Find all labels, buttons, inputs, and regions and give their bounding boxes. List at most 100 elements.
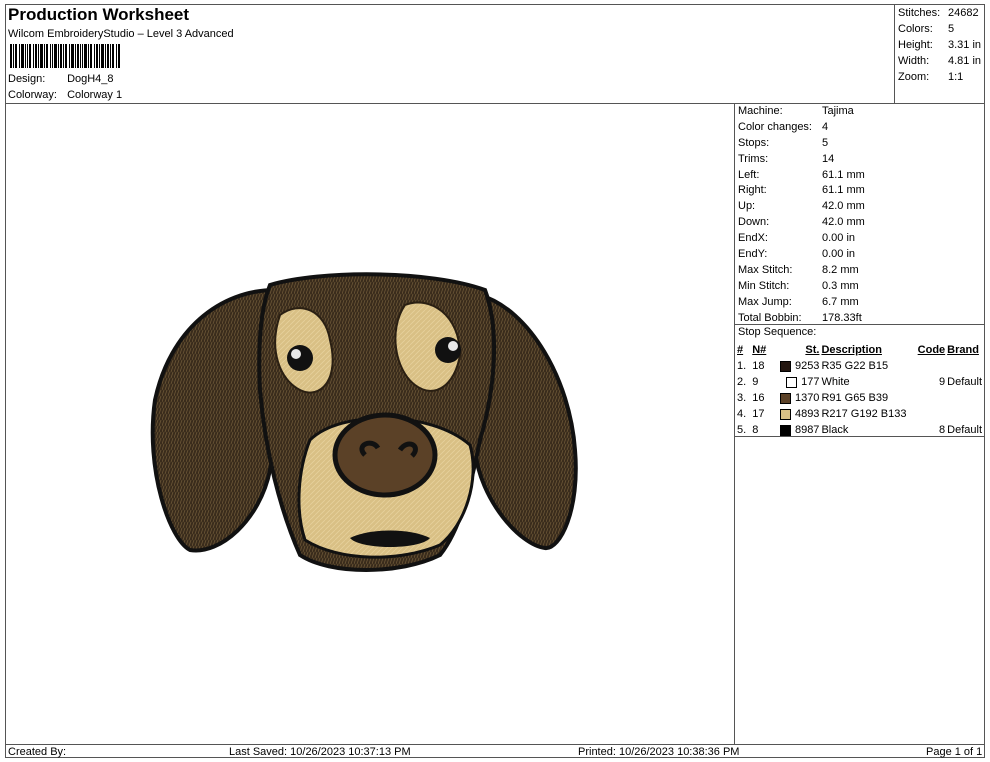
sidebar-divider — [734, 103, 735, 745]
stitch-count-value: 9253 — [794, 360, 820, 372]
spec-row: EndX: 0.00 in — [738, 231, 865, 247]
spec-row: EndY: 0.00 in — [738, 247, 865, 263]
stop-num: 1. — [737, 360, 747, 372]
stat-row: Zoom: 1:1 — [898, 69, 981, 85]
spec-value: Tajima — [822, 105, 854, 117]
col-header-needle: N# — [752, 344, 767, 356]
stitch-count: 9253 — [779, 358, 820, 374]
stat-value: 4.81 in — [948, 55, 982, 67]
spec-row: Trims: 14 — [738, 152, 865, 168]
thread-brand: Default — [947, 376, 983, 388]
spec-label: Machine: — [738, 105, 783, 117]
spec-label: Up: — [738, 200, 756, 213]
spec-row: Left: 61.1 mm — [738, 168, 865, 184]
thread-brand — [946, 358, 984, 374]
colorway-value: Colorway 1 — [67, 89, 123, 101]
stitch-count-value: 4893 — [794, 408, 820, 420]
spec-value: 42.0 mm — [822, 216, 865, 229]
spec-label: EndX: — [738, 232, 768, 245]
color-swatch — [779, 392, 791, 404]
footer-divider — [5, 744, 985, 745]
spec-row: Down: 42.0 mm — [738, 215, 865, 231]
col-header-code: Code — [917, 344, 946, 356]
nose — [332, 412, 438, 498]
embroidery-design-preview — [150, 272, 578, 572]
specs-panel: Machine: Tajima Color changes: 4 Stops: 5 T… — [738, 104, 865, 326]
printed-date: Printed: 10/26/2023 10:38:36 PM — [578, 746, 740, 758]
spec-value: 178.33ft — [822, 311, 862, 324]
right-eye — [435, 337, 461, 363]
table-header-row: # N# St. Description Code Brand — [736, 342, 984, 358]
spec-label: Max Stitch: — [738, 263, 793, 276]
spec-label: EndY: — [738, 248, 768, 261]
color-code: 9 — [939, 376, 946, 388]
stat-label: Height: — [898, 39, 933, 51]
spec-label: Min Stitch: — [738, 279, 790, 292]
stop-num: 5. — [737, 424, 747, 436]
created-by: Created By: — [8, 746, 67, 758]
spec-row: Min Stitch: 0.3 mm — [738, 279, 865, 295]
spec-label: Max Jump: — [738, 295, 792, 308]
color-swatch — [779, 424, 791, 436]
color-code: 8 — [939, 424, 946, 436]
spec-label: Right: — [738, 184, 767, 197]
stat-row: Colors: 5 — [898, 21, 981, 37]
spec-row: Right: 61.1 mm — [738, 183, 865, 199]
col-header-description: Description — [821, 344, 882, 356]
spec-label: Stops: — [738, 136, 770, 149]
stat-row: Height: 3.31 in — [898, 37, 981, 53]
spec-label: Total Bobbin: — [738, 311, 802, 324]
spec-row: Up: 42.0 mm — [738, 199, 865, 215]
spec-value: 0.00 in — [822, 248, 856, 261]
last-saved: Last Saved: 10/26/2023 10:37:13 PM — [229, 746, 411, 758]
needle-num: 18 — [752, 360, 765, 372]
stitch-count: 1370 — [779, 390, 820, 406]
needle-num: 9 — [752, 376, 759, 388]
color-code — [917, 390, 947, 406]
stats-divider — [894, 4, 895, 104]
color-swatch — [786, 376, 798, 388]
table-row: 1. 18 9253 R35 G22 B15 — [736, 358, 984, 374]
spec-label: Down: — [738, 216, 770, 229]
spec-row: Max Jump: 6.7 mm — [738, 295, 865, 311]
spec-value: 0.00 in — [822, 232, 856, 245]
color-code — [917, 406, 947, 422]
stat-label: Colors: — [898, 23, 933, 35]
stop-num: 4. — [737, 408, 747, 420]
page-number: Page 1 of 1 — [926, 746, 983, 758]
spec-value: 8.2 mm — [822, 263, 859, 276]
needle-num: 17 — [752, 408, 765, 420]
left-ear — [150, 287, 279, 553]
spec-row: Machine: Tajima — [738, 104, 865, 120]
color-code — [917, 358, 947, 374]
thread-brand — [946, 406, 984, 422]
spec-value: 14 — [822, 152, 835, 165]
col-header-num: # — [737, 344, 744, 356]
stop-sequence-title: Stop Sequence: — [738, 326, 817, 338]
thread-brand: Default — [947, 424, 983, 436]
stitch-count: 8987 — [779, 422, 820, 438]
spec-value: 6.7 mm — [822, 295, 859, 308]
spec-label: Trims: — [738, 152, 769, 165]
color-description: Black — [821, 424, 849, 436]
color-swatch — [779, 360, 791, 372]
table-row: 2. 9 177 White 9 Default — [736, 374, 984, 390]
stop-num: 3. — [737, 392, 747, 404]
spec-label: Left: — [738, 168, 760, 181]
spec-row: Color changes: 4 — [738, 120, 865, 136]
needle-num: 16 — [752, 392, 765, 404]
spec-value: 42.0 mm — [822, 200, 865, 213]
spec-row: Total Bobbin: 178.33ft — [738, 311, 865, 327]
stats-panel: Stitches: 24682 Colors: 5 Height: 3.31 in W… — [898, 5, 981, 85]
stitch-count-value: 8987 — [794, 424, 820, 436]
spec-value: 61.1 mm — [822, 168, 865, 181]
design-row: Design: DogH4_8 — [8, 73, 114, 85]
spec-value: 0.3 mm — [822, 279, 859, 292]
col-header-brand: Brand — [947, 344, 979, 356]
stat-value: 5 — [948, 23, 955, 35]
color-description: White — [821, 376, 850, 388]
color-description: R91 G65 B39 — [821, 392, 889, 404]
stat-value: 24682 — [948, 7, 979, 19]
needle-num: 8 — [752, 424, 759, 436]
stitch-count: 4893 — [779, 406, 820, 422]
